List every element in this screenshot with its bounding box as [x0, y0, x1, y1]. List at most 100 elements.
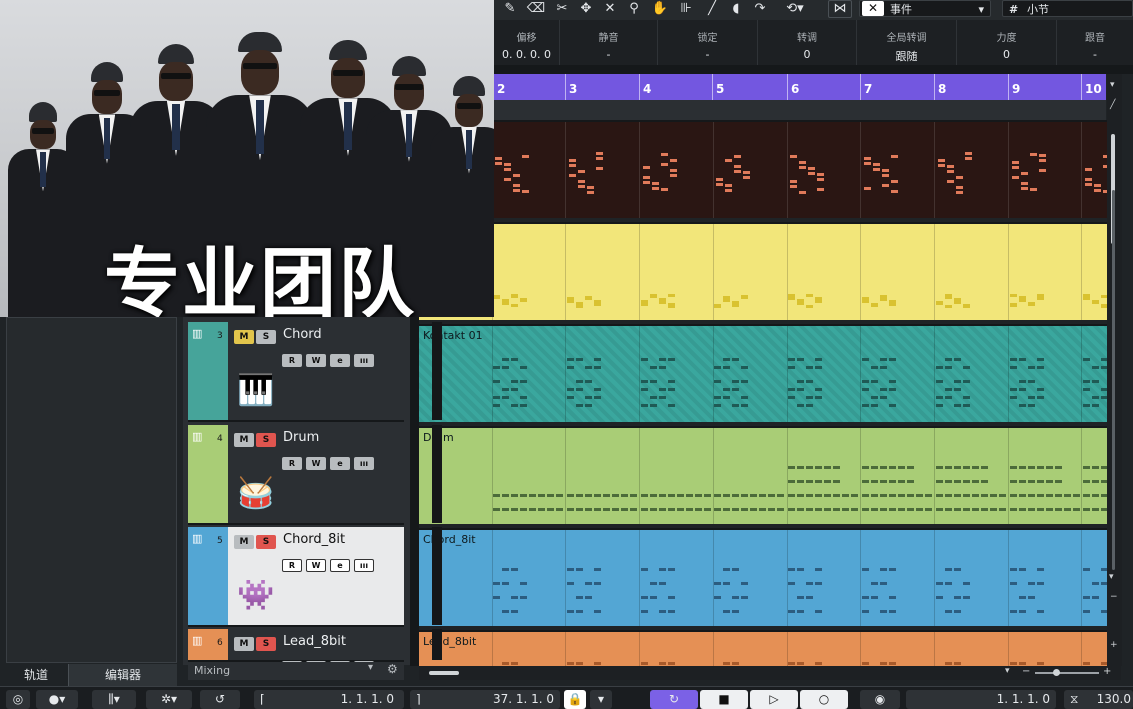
eraser-tool-icon[interactable]: ⌫ [526, 0, 546, 18]
event-lane[interactable] [419, 120, 1107, 218]
mute-button[interactable]: M [234, 330, 254, 344]
tab-tracks[interactable]: 轨道 [6, 664, 66, 686]
horizontal-scrollbar[interactable]: ▾ − + [419, 666, 1121, 680]
glue-tool-icon[interactable]: ✥ [576, 0, 596, 18]
scroll-thumb[interactable] [429, 671, 459, 675]
cycle-button[interactable]: ↻ [650, 690, 698, 709]
sync-icon[interactable]: ◉ [860, 690, 900, 709]
track-name[interactable]: Lead_8bit [283, 634, 346, 649]
track-header[interactable]: M S Chord R We ııı 🎹 [228, 322, 442, 420]
track-color-strip[interactable]: ▥ 6 [188, 629, 228, 660]
solo-button[interactable]: S [256, 637, 276, 651]
event-lane[interactable]: Lead_8bit [419, 630, 1107, 666]
zoom-slider-handle[interactable] [1053, 669, 1060, 676]
tab-editor[interactable]: 编辑器 [68, 664, 177, 686]
pencil-tool-icon[interactable]: ✎ [500, 0, 520, 18]
read-automation-button[interactable]: R [282, 354, 302, 367]
chevron-down-icon[interactable]: ▾ [368, 662, 373, 673]
metronome-icon[interactable]: ⫼▾ [92, 690, 136, 709]
mute-button[interactable]: M [234, 433, 254, 447]
ruler[interactable]: 2 3 4 5 6 7 8 9 10 [494, 74, 1106, 100]
snap-type-select[interactable]: ✕ 事件 ▾ [859, 0, 991, 17]
left-locator[interactable]: ⌈ 1. 1. 1. 0 [254, 690, 404, 709]
read-automation-button[interactable]: R [282, 457, 302, 470]
track-row-4[interactable]: ▥ 4 M S Drum R We ııı 🥁 [188, 425, 442, 525]
record-button[interactable]: ○ [800, 690, 848, 709]
inspector-panel[interactable] [6, 317, 177, 663]
mute-button[interactable]: M [234, 535, 254, 549]
track-name[interactable]: Chord_8it [283, 532, 345, 547]
play-button[interactable]: ▷ [750, 690, 798, 709]
info-follow[interactable]: 跟音 - [1057, 20, 1133, 65]
comp-tool-icon[interactable]: ⊪ [676, 0, 696, 18]
plus-icon[interactable]: + [1103, 666, 1111, 677]
right-locator[interactable]: ⌉ 37. 1. 1. 0 [410, 690, 560, 709]
zoom-slider-track[interactable] [1035, 672, 1099, 674]
chevron-down-icon[interactable]: ▾ [590, 690, 612, 709]
event-lane[interactable]: Drum [419, 426, 1107, 524]
chevron-down-icon[interactable]: ▾ [1005, 666, 1010, 676]
inserts-button[interactable]: ııı [354, 354, 374, 367]
read-automation-button[interactable]: R [282, 559, 302, 572]
write-automation-button[interactable]: W [306, 354, 326, 367]
info-lock[interactable]: 锁定 - [658, 20, 758, 65]
track-color-strip[interactable]: ▥ 5 [188, 527, 228, 625]
zoom-tool-icon[interactable]: ⚲ [624, 0, 644, 18]
edit-instrument-button[interactable]: e [330, 559, 350, 572]
info-mute[interactable]: 静音 - [560, 20, 658, 65]
vertical-scrollbar[interactable]: ▾ ╱ ▾ − + [1107, 74, 1122, 666]
plus-icon[interactable]: + [1110, 640, 1118, 650]
tempo-display[interactable]: ⧖ 130.0 [1064, 690, 1133, 709]
chevron-down-icon[interactable]: ▾ [1109, 572, 1114, 582]
warp-tool-icon[interactable]: ↷ [750, 0, 770, 18]
event-lane[interactable]: Chord_8it [419, 528, 1107, 626]
track-header[interactable]: M S Lead_8bit RWeııı [228, 629, 442, 674]
inserts-button[interactable]: ııı [354, 559, 374, 572]
edit-instrument-button[interactable]: e [330, 457, 350, 470]
event-lane[interactable] [419, 222, 1107, 320]
info-transpose[interactable]: 转调 0 [758, 20, 857, 65]
write-automation-button[interactable]: W [306, 457, 326, 470]
mute-button[interactable]: M [234, 637, 254, 651]
chevron-down-icon[interactable]: ▾ [1110, 80, 1115, 90]
solo-button[interactable]: S [256, 433, 276, 447]
track-color-strip[interactable]: ▥ 3 [188, 322, 228, 420]
gear-icon[interactable]: ⚙ [387, 662, 398, 676]
settings-icon[interactable]: ◎ [6, 690, 30, 709]
stop-button[interactable]: ■ [700, 690, 748, 709]
edit-instrument-button[interactable]: e [330, 354, 350, 367]
hand-tool-icon[interactable]: ✋ [650, 0, 670, 18]
speaker-tool-icon[interactable]: ◖ [726, 0, 746, 18]
scissors-tool-icon[interactable]: ✂ [552, 0, 572, 18]
auto-scroll-icon[interactable]: ⟲▾ [778, 0, 812, 18]
track-name[interactable]: Chord [283, 327, 322, 342]
info-offset[interactable]: 偏移 0. 0. 0. 0 [494, 20, 560, 65]
solo-button[interactable]: S [256, 330, 276, 344]
minus-icon[interactable]: − [1022, 666, 1030, 677]
info-velocity[interactable]: 力度 0 [957, 20, 1057, 65]
track-header[interactable]: M S Drum R We ııı 🥁 [228, 425, 442, 523]
zoom-slider-icon[interactable]: ╱ [1110, 100, 1115, 110]
inserts-button[interactable]: ııı [354, 457, 374, 470]
track-row-3[interactable]: ▥ 3 M S Chord R We ııı 🎹 [188, 322, 442, 422]
position-display[interactable]: 1. 1. 1. 0 [906, 690, 1056, 709]
track-name[interactable]: Drum [283, 430, 319, 445]
track-header[interactable]: M S Chord_8it R We ııı 👾 [228, 527, 442, 625]
track-row-5[interactable]: ▥ 5 M S Chord_8it R We ııı 👾 [188, 527, 442, 627]
lock-icon[interactable]: 🔒 [564, 690, 586, 709]
scroll-thumb[interactable] [1112, 190, 1115, 570]
write-automation-button[interactable]: W [306, 559, 326, 572]
track-color-strip[interactable]: ▥ 4 [188, 425, 228, 523]
grid-type-select[interactable]: # 小节 [1002, 0, 1133, 17]
record-mode-icon[interactable]: ●▾ [36, 690, 78, 709]
track-row-6[interactable]: ▥ 6 M S Lead_8bit RWeııı [188, 629, 442, 674]
snap-toggle-icon[interactable]: ⋈ [828, 0, 852, 18]
mute-tool-icon[interactable]: ✕ [600, 0, 620, 18]
minus-icon[interactable]: − [1110, 592, 1118, 602]
punch-icon[interactable]: ↺ [200, 690, 240, 709]
event-lane[interactable]: Kontakt 01 [419, 324, 1107, 422]
info-global-transpose[interactable]: 全局转调 跟随 [857, 20, 957, 65]
click-icon[interactable]: ✲▾ [146, 690, 192, 709]
line-tool-icon[interactable]: ╱ [702, 0, 722, 18]
solo-button[interactable]: S [256, 535, 276, 549]
